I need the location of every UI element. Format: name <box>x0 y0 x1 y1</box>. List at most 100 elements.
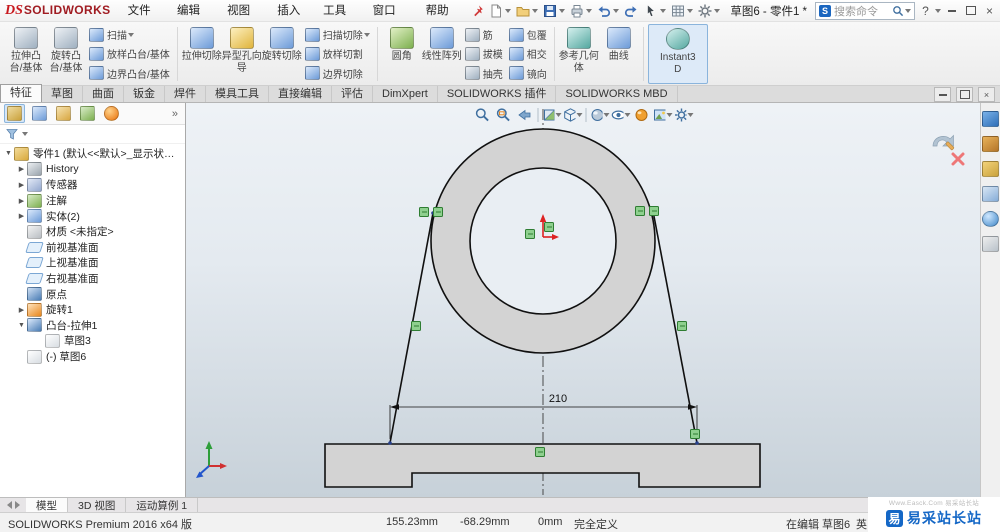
tree-item-revolve1[interactable]: ▶ 旋转1 <box>0 302 185 318</box>
zoom-fit-button[interactable] <box>473 106 493 124</box>
pin-menu-button[interactable] <box>469 1 486 20</box>
dimxpertmanager-tab[interactable] <box>78 105 97 122</box>
menu-help[interactable]: 帮助(H) <box>419 0 470 22</box>
view-orientation-button[interactable] <box>563 106 583 124</box>
selection-filter-button[interactable] <box>668 1 695 20</box>
curves-button[interactable]: 曲线 <box>599 24 639 84</box>
configurationmanager-tab[interactable] <box>54 105 73 122</box>
instant3d-toggle[interactable]: Instant3D <box>648 24 708 84</box>
filter-funnel-icon[interactable] <box>5 127 19 141</box>
options-button[interactable] <box>695 1 722 20</box>
linear-pattern-button[interactable]: 线性阵列 <box>422 24 462 84</box>
open-document-button[interactable] <box>513 1 540 20</box>
view-palette-icon[interactable] <box>982 186 999 202</box>
boundary-boss-button[interactable]: 边界凸台/基体 <box>86 64 173 82</box>
tab-weldments[interactable]: 焊件 <box>165 86 206 102</box>
expander-icon[interactable]: ▶ <box>16 212 27 220</box>
tree-item-solid-bodies[interactable]: ▶ 实体(2) <box>0 208 185 224</box>
tab-sw-addins[interactable]: SOLIDWORKS 插件 <box>438 86 557 102</box>
lofted-cut-button[interactable]: 放样切割 <box>302 45 373 63</box>
swept-boss-button[interactable]: 扫描 <box>86 26 173 44</box>
expander-icon[interactable]: ▶ <box>16 306 27 314</box>
tab-scroll-buttons[interactable] <box>0 498 26 512</box>
close-button[interactable]: × <box>981 2 998 20</box>
minimize-button[interactable] <box>943 2 960 20</box>
tree-item-sketch6[interactable]: (-) 草图6 <box>0 349 185 365</box>
draft-button[interactable]: 拔模 <box>462 45 506 63</box>
tree-item-origin[interactable]: 原点 <box>0 286 185 302</box>
hole-wizard-button[interactable]: 异型孔向导 <box>222 24 262 84</box>
3d-views-tab[interactable]: 3D 视图 <box>68 498 126 512</box>
displaymanager-tab[interactable] <box>102 105 121 122</box>
fillet-button[interactable]: 圆角 <box>382 24 422 84</box>
tab-surfaces[interactable]: 曲面 <box>83 86 124 102</box>
swept-cut-button[interactable]: 扫描切除 <box>302 26 373 44</box>
view-settings-button[interactable] <box>674 106 694 124</box>
tree-item-part[interactable]: ▼ 零件1 (默认<<默认>_显示状态 1>) <box>0 146 185 162</box>
tab-mold-tools[interactable]: 模具工具 <box>206 86 269 102</box>
expander-icon[interactable]: ▼ <box>3 150 14 157</box>
featuremanager-tab[interactable] <box>4 104 25 123</box>
tab-sw-mbd[interactable]: SOLIDWORKS MBD <box>556 86 677 102</box>
model-tab[interactable]: 模型 <box>26 498 68 512</box>
extruded-boss-button[interactable]: 拉伸凸台/基体 <box>6 24 46 84</box>
redo-button[interactable] <box>621 1 641 20</box>
tab-sheet-metal[interactable]: 钣金 <box>124 86 165 102</box>
wrap-button[interactable]: 包覆 <box>506 26 550 44</box>
resources-icon[interactable] <box>982 111 999 127</box>
expander-icon[interactable]: ▶ <box>16 197 27 205</box>
display-style-button[interactable] <box>590 106 610 124</box>
propertymanager-tab[interactable] <box>30 105 49 122</box>
motion-study-tab[interactable]: 运动算例 1 <box>126 498 198 512</box>
revolved-boss-button[interactable]: 旋转凸台/基体 <box>46 24 86 84</box>
panel-tabs-overflow-button[interactable]: » <box>169 108 181 120</box>
tree-item-right-plane[interactable]: 右视基准面 <box>0 271 185 287</box>
doc-close-button[interactable]: × <box>978 87 995 102</box>
tab-evaluate[interactable]: 评估 <box>332 86 373 102</box>
dimension-210-text[interactable]: 210 <box>549 393 567 405</box>
shell-button[interactable]: 抽壳 <box>462 64 506 82</box>
mirror-button[interactable]: 镜向 <box>506 64 550 82</box>
custom-properties-icon[interactable] <box>982 236 999 252</box>
sketch-canvas[interactable]: 210 <box>186 103 980 497</box>
tab-direct-editing[interactable]: 直接编辑 <box>269 86 332 102</box>
dimension-210-group[interactable]: 210 <box>390 393 697 439</box>
doc-restore-button[interactable] <box>956 87 973 102</box>
previous-view-button[interactable] <box>515 106 535 124</box>
cancel-sketch-button[interactable] <box>950 151 966 170</box>
intersect-button[interactable]: 相交 <box>506 45 550 63</box>
menu-tools[interactable]: 工具(T) <box>316 0 365 22</box>
appearances-scenes-icon[interactable] <box>982 211 999 227</box>
filter-dropdown-caret[interactable] <box>22 132 28 136</box>
tree-item-front-plane[interactable]: 前视基准面 <box>0 240 185 256</box>
tab-dimxpert[interactable]: DimXpert <box>373 86 438 102</box>
expander-icon[interactable]: ▶ <box>16 165 27 173</box>
select-button[interactable] <box>641 1 668 20</box>
sketch-inner-circle[interactable] <box>470 168 616 314</box>
extruded-cut-button[interactable]: 拉伸切除 <box>182 24 222 84</box>
edit-appearance-button[interactable] <box>632 106 652 124</box>
menu-window[interactable]: 窗口(W) <box>366 0 419 22</box>
tree-item-top-plane[interactable]: 上视基准面 <box>0 255 185 271</box>
expander-icon[interactable]: ▶ <box>16 181 27 189</box>
zoom-area-button[interactable] <box>494 106 514 124</box>
restore-button[interactable] <box>962 2 979 20</box>
design-library-icon[interactable] <box>982 136 999 152</box>
file-explorer-icon[interactable] <box>982 161 999 177</box>
new-document-button[interactable] <box>486 1 513 20</box>
menu-insert[interactable]: 插入(I) <box>270 0 316 22</box>
boundary-cut-button[interactable]: 边界切除 <box>302 64 373 82</box>
apply-scene-button[interactable] <box>653 106 673 124</box>
help-button[interactable]: ? <box>917 2 934 20</box>
tree-item-sketch3[interactable]: 草图3 <box>0 333 185 349</box>
tree-item-material[interactable]: 材质 <未指定> <box>0 224 185 240</box>
hide-show-items-button[interactable] <box>611 106 631 124</box>
print-button[interactable] <box>567 1 594 20</box>
doc-minimize-button[interactable] <box>934 87 951 102</box>
sketch-point[interactable] <box>695 441 699 445</box>
menu-edit[interactable]: 编辑(E) <box>170 0 220 22</box>
section-view-button[interactable] <box>542 106 562 124</box>
expander-icon[interactable]: ▼ <box>16 322 27 329</box>
undo-button[interactable] <box>594 1 621 20</box>
tab-features[interactable]: 特征 <box>0 84 42 102</box>
